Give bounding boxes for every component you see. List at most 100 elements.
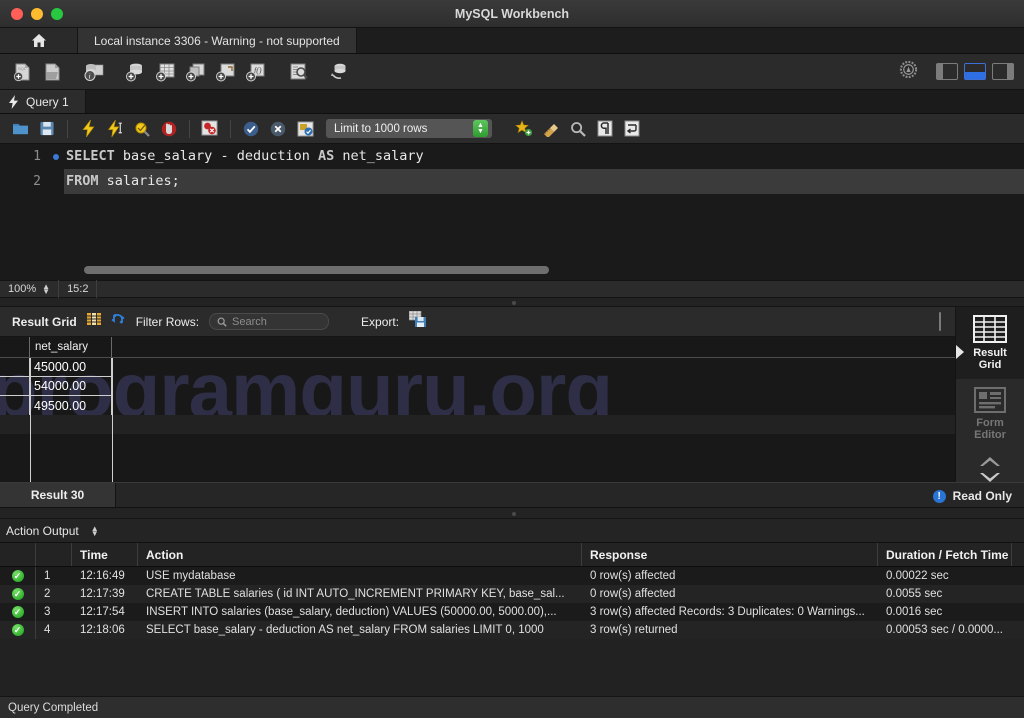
rollback-transaction-icon[interactable] <box>266 117 290 141</box>
maximize-grid-button[interactable] <box>939 311 941 331</box>
action-output-rows[interactable]: ✓ 1 12:16:49 USE mydatabase 0 row(s) affecte… <box>0 567 1024 639</box>
traffic-light-buttons[interactable] <box>0 7 63 20</box>
action-time-cell: 12:17:39 <box>80 588 125 600</box>
sql-editor-line[interactable]: 1 SELECT base_salary - deduction AS net_s… <box>0 144 1024 169</box>
toggle-left-panel-button[interactable] <box>936 63 958 80</box>
action-output-row[interactable]: ✓ 3 12:17:54 INSERT INTO salaries (base_sal… <box>0 603 1024 621</box>
result-grid[interactable]: programguru.org net_salary 45000.00 54000… <box>0 337 955 482</box>
results-output-splitter[interactable] <box>0 508 1024 519</box>
execute-query-icon[interactable] <box>76 117 100 141</box>
toggle-autocommit-icon[interactable] <box>293 117 317 141</box>
zoom-stepper-icon[interactable]: ▲ ▼ <box>42 283 50 296</box>
explain-query-icon[interactable] <box>130 117 154 141</box>
grid-row-header[interactable] <box>0 396 30 415</box>
grid-corner-cell[interactable] <box>0 337 30 357</box>
new-view-icon[interactable] <box>182 59 210 85</box>
settings-gear-icon[interactable] <box>899 60 918 84</box>
action-output-column-headers: Time Action Response Duration / Fetch Ti… <box>0 543 1024 567</box>
grid-new-row-placeholder[interactable] <box>0 415 955 434</box>
chevron-up-down-icon[interactable] <box>977 455 1003 485</box>
form-editor-icon <box>974 387 1006 413</box>
status-divider-2 <box>96 280 98 298</box>
grid-column-headers: net_salary <box>0 337 955 358</box>
new-table-icon[interactable] <box>152 59 180 85</box>
sql-editor-line[interactable]: 2 FROM salaries; <box>0 169 1024 194</box>
maximize-window-icon[interactable] <box>51 7 63 20</box>
grid-rows[interactable]: 45000.00 54000.00 49500.00 <box>0 358 955 415</box>
sql-editor[interactable]: 1 SELECT base_salary - deduction AS net_s… <box>0 144 1024 280</box>
sidebar-item-form-editor[interactable]: Form Editor <box>956 379 1024 449</box>
export-recordset-icon[interactable] <box>408 310 427 332</box>
new-procedure-icon[interactable] <box>212 59 240 85</box>
tab-strip-empty-area <box>356 28 1024 53</box>
editor-scrollbar-thumb[interactable] <box>84 266 549 274</box>
sql-line-text: SELECT base_salary - deduction AS net_sa… <box>66 148 424 164</box>
stop-execution-icon[interactable] <box>157 117 181 141</box>
editor-cursor-position: 15:2 <box>59 280 96 298</box>
save-file-icon[interactable] <box>35 117 59 141</box>
sql-editor-lines[interactable]: 1 SELECT base_salary - deduction AS net_s… <box>0 144 1024 194</box>
grid-cell[interactable]: 49500.00 <box>30 396 112 415</box>
search-data-icon[interactable] <box>284 59 312 85</box>
breakpoint-marker-icon[interactable] <box>48 153 64 160</box>
filter-search-input[interactable]: Search <box>209 313 330 330</box>
action-time-cell: 12:17:54 <box>80 606 125 618</box>
action-status-cell: ✓ <box>0 585 36 603</box>
grid-row[interactable]: 45000.00 <box>0 358 955 377</box>
action-time-cell: 12:18:06 <box>80 624 125 636</box>
action-output-row[interactable]: ✓ 4 12:18:06 SELECT base_salary - deduction… <box>0 621 1024 639</box>
open-file-icon[interactable] <box>8 117 32 141</box>
open-sql-file-icon[interactable] <box>38 59 66 85</box>
toggle-bottom-panel-button[interactable] <box>964 63 986 80</box>
grid-row[interactable]: 54000.00 <box>0 377 955 396</box>
result-tab-30[interactable]: Result 30 <box>0 483 116 507</box>
action-number-cell: 2 <box>44 588 51 600</box>
svg-text:SQL: SQL <box>18 66 27 71</box>
action-output-row[interactable]: ✓ 1 12:16:49 USE mydatabase 0 row(s) affecte… <box>0 567 1024 585</box>
success-check-icon: ✓ <box>11 570 24 582</box>
editor-results-splitter[interactable] <box>0 298 1024 307</box>
reconnect-server-icon[interactable] <box>326 59 354 85</box>
sidebar-collapse-arrow-icon[interactable] <box>956 345 964 359</box>
home-tab[interactable] <box>0 28 78 53</box>
sidebar-item-result-grid[interactable]: Result Grid <box>955 307 1024 379</box>
row-limit-dropdown[interactable]: Limit to 1000 rows ▲ ▼ <box>326 119 492 138</box>
invisible-characters-icon[interactable] <box>593 117 617 141</box>
success-check-icon: ✓ <box>11 624 24 636</box>
stop-on-error-icon[interactable] <box>198 117 222 141</box>
grid-row-header[interactable] <box>0 377 30 396</box>
grid-cell[interactable]: 45000.00 <box>30 358 112 377</box>
action-output-selector-icon[interactable]: ▲ ▼ <box>91 524 99 537</box>
action-status-cell: ✓ <box>0 603 36 621</box>
new-sql-file-icon[interactable]: SQL <box>8 59 36 85</box>
editor-zoom-control[interactable]: 100% ▲ ▼ <box>0 280 58 298</box>
grid-column-header-net-salary[interactable]: net_salary <box>30 337 112 357</box>
action-output-label: Action Output <box>6 523 79 538</box>
grid-row-header[interactable] <box>0 358 30 377</box>
action-time-cell: 12:16:49 <box>80 570 125 582</box>
new-function-icon[interactable]: f() <box>242 59 270 85</box>
commit-transaction-icon[interactable] <box>239 117 263 141</box>
grid-colors-icon[interactable] <box>86 312 101 331</box>
editor-horizontal-scrollbar[interactable] <box>84 266 1014 274</box>
query-tab-1[interactable]: Query 1 <box>0 90 86 113</box>
line-number: 1 <box>33 149 41 164</box>
new-schema-icon[interactable] <box>122 59 150 85</box>
toggle-right-panel-button[interactable] <box>992 63 1014 80</box>
close-window-icon[interactable] <box>11 7 23 20</box>
execute-current-statement-icon[interactable] <box>103 117 127 141</box>
wrap-lines-icon[interactable] <box>620 117 644 141</box>
grid-cell[interactable]: 54000.00 <box>30 377 112 396</box>
table-inspector-icon[interactable]: i <box>80 59 108 85</box>
row-limit-stepper-icon[interactable]: ▲ ▼ <box>473 120 488 137</box>
find-icon[interactable] <box>566 117 590 141</box>
column-header-action: Action <box>138 543 582 566</box>
instance-tab-local-3306[interactable]: Local instance 3306 - Warning - not supp… <box>78 28 357 53</box>
action-output-row[interactable]: ✓ 2 12:17:39 CREATE TABLE salaries ( id INT… <box>0 585 1024 603</box>
grid-row[interactable]: 49500.00 <box>0 396 955 415</box>
action-statement-cell: SELECT base_salary - deduction AS net_sa… <box>146 624 544 636</box>
refresh-icon[interactable] <box>111 312 126 331</box>
beautify-sql-icon[interactable] <box>512 117 536 141</box>
clear-context-icon[interactable] <box>539 117 563 141</box>
minimize-window-icon[interactable] <box>31 7 43 20</box>
